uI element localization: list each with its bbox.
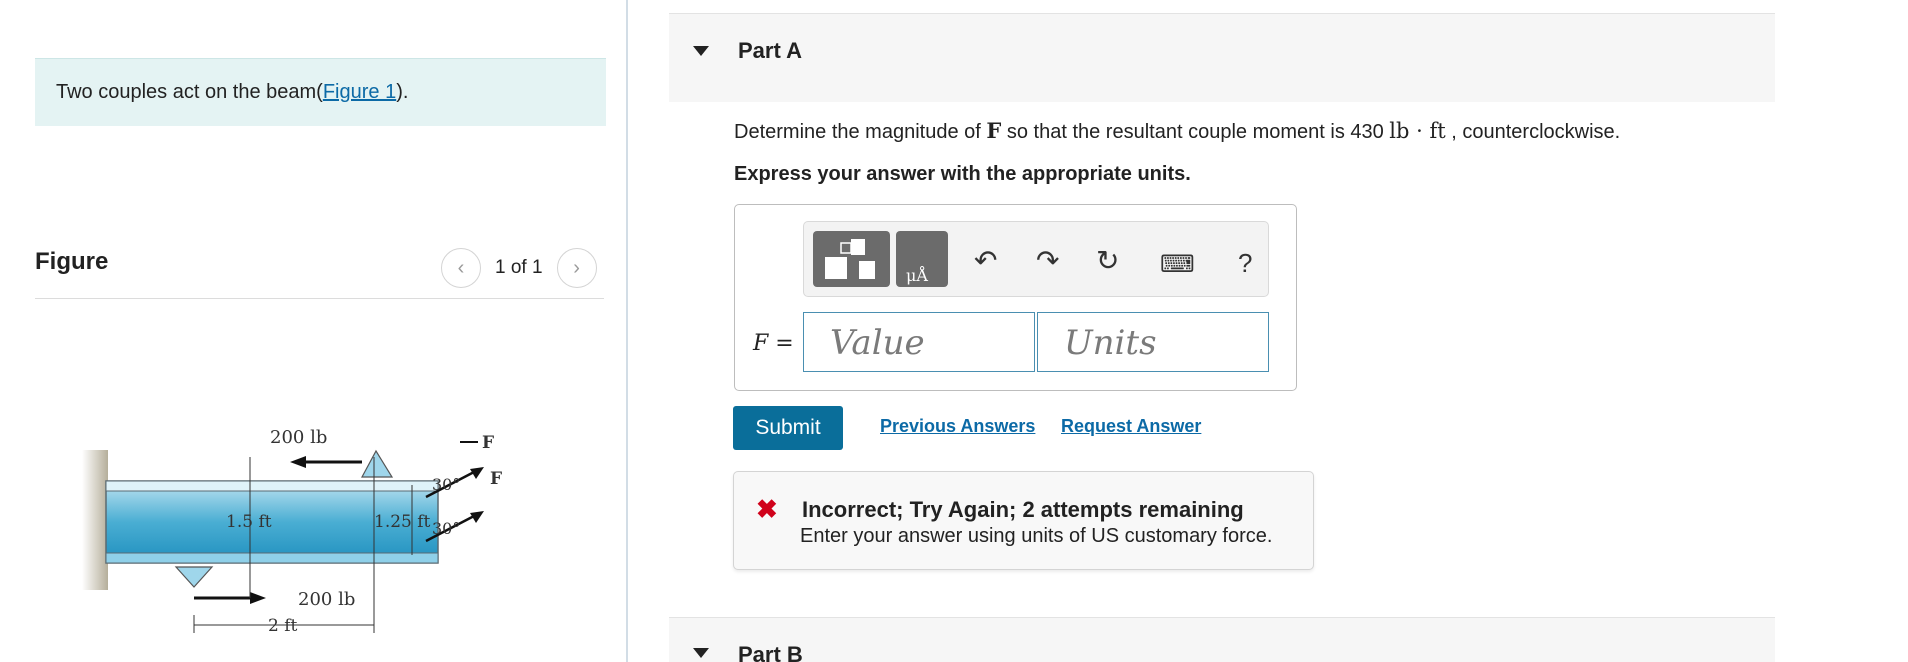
- math-toolbar: μÅ ↶ ↷ ↻ ⌨ ?: [803, 221, 1269, 297]
- feedback-title: Incorrect; Try Again; 2 attempts remaini…: [802, 497, 1244, 522]
- problem-intro: Two couples act on the beam(Figure 1).: [35, 58, 606, 126]
- angle-top-label: 30°: [432, 475, 460, 494]
- svg-text:μÅ: μÅ: [906, 265, 928, 285]
- question-var: F: [986, 118, 1002, 143]
- reset-icon[interactable]: ↻: [1096, 244, 1119, 277]
- beam-diagram: 200 lb 200 lb 1.5 ft 1.25 ft 2 ft 30° 30…: [82, 427, 502, 635]
- units-input[interactable]: Units: [1037, 312, 1269, 372]
- keyboard-icon[interactable]: ⌨: [1160, 250, 1195, 279]
- force-f-top-label: F: [482, 433, 494, 453]
- answer-box: μÅ ↶ ↷ ↻ ⌨ ? F = Value Units: [734, 204, 1297, 391]
- problem-panel: Two couples act on the beam(Figure 1). F…: [0, 0, 626, 662]
- undo-icon[interactable]: ↶: [974, 244, 997, 277]
- request-answer-link[interactable]: Request Answer: [1061, 416, 1201, 437]
- chevron-left-icon[interactable]: ‹: [441, 248, 481, 288]
- templates-icon[interactable]: [813, 231, 890, 287]
- figure-link[interactable]: Figure 1: [323, 81, 396, 103]
- submit-button[interactable]: Submit: [733, 406, 843, 450]
- units-angstrom-icon[interactable]: μÅ: [896, 231, 948, 287]
- force-bottom-label: 200 lb: [298, 589, 355, 610]
- error-x-icon: ✖: [756, 494, 778, 524]
- caret-down-icon[interactable]: [693, 46, 709, 56]
- angle-bottom-label: 30°: [432, 519, 460, 538]
- redo-icon[interactable]: ↷: [1036, 244, 1059, 277]
- question-pre: Determine the magnitude of: [734, 121, 987, 143]
- question-post: , counterclockwise.: [1445, 121, 1621, 143]
- force-top-label: 200 lb: [270, 427, 327, 448]
- previous-answers-link[interactable]: Previous Answers: [880, 416, 1035, 437]
- value-input[interactable]: Value: [803, 312, 1035, 372]
- force-f-right-label: F: [490, 469, 502, 489]
- panel-divider: [626, 0, 628, 662]
- answer-label-text: F =: [753, 331, 794, 356]
- question-units: lb · ft: [1389, 119, 1446, 143]
- part-a-label: Part A: [738, 38, 802, 63]
- intro-end: ).: [396, 81, 409, 103]
- part-b-label: Part B: [738, 642, 803, 662]
- figure-count: 1 of 1: [495, 257, 543, 278]
- dim-right-label: 1.25 ft: [374, 512, 431, 532]
- dim-width-label: 2 ft: [268, 616, 298, 635]
- dim-height-label: 1.5 ft: [226, 512, 272, 532]
- figure-title: Figure: [35, 248, 109, 275]
- answer-label: F =: [753, 330, 794, 356]
- bottom-bracket: [174, 566, 214, 588]
- help-icon[interactable]: ?: [1238, 248, 1252, 279]
- question-text: Determine the magnitude of F so that the…: [734, 118, 1620, 144]
- figure-divider: [35, 298, 604, 299]
- question-mid: so that the resultant couple moment is 4…: [1001, 121, 1390, 143]
- feedback-panel: ✖ Incorrect; Try Again; 2 attempts remai…: [733, 471, 1314, 570]
- intro-text: Two couples act on the beam(: [56, 81, 323, 103]
- part-b-header[interactable]: Part B: [669, 617, 1775, 662]
- chevron-right-icon[interactable]: ›: [556, 248, 597, 288]
- express-instruction: Express your answer with the appropriate…: [734, 163, 1191, 185]
- figure-pager: ‹ 1 of 1 ›: [441, 248, 597, 288]
- top-bracket: [360, 449, 394, 478]
- caret-down-icon[interactable]: [693, 648, 709, 658]
- wall-support: [82, 450, 108, 590]
- feedback-body: Enter your answer using units of US cust…: [800, 525, 1273, 547]
- part-a-header[interactable]: Part A: [669, 13, 1775, 102]
